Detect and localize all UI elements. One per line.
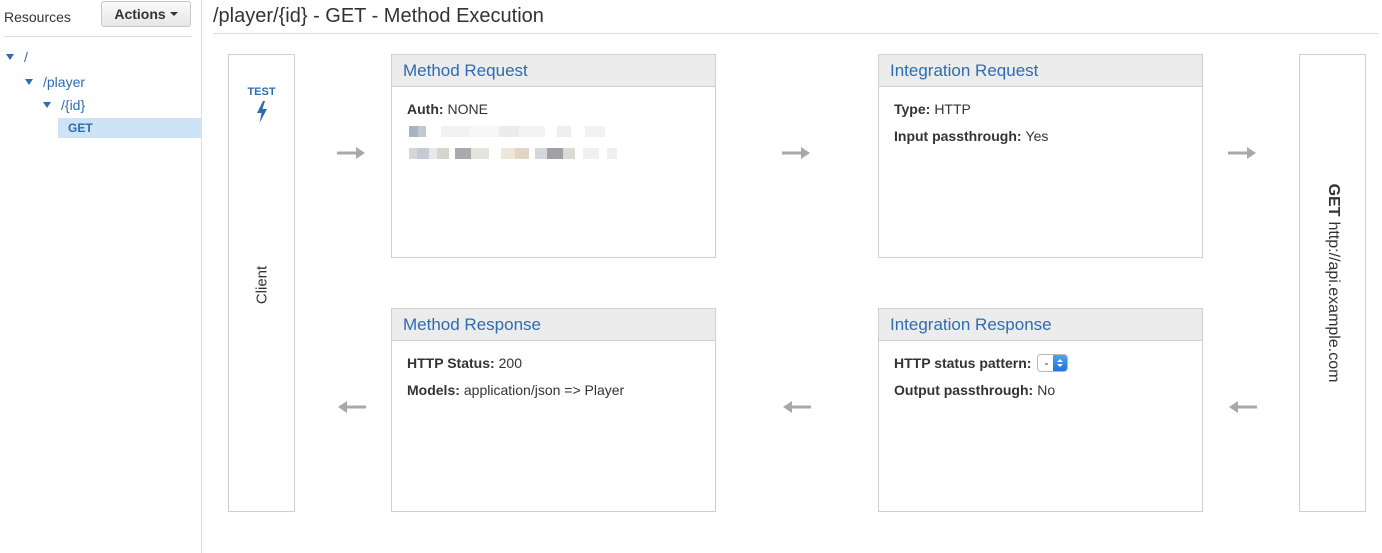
- type-row: Type: HTTP: [894, 99, 1187, 119]
- caret-down-icon: [169, 12, 178, 16]
- output-passthrough-row: Output passthrough: No: [894, 380, 1187, 400]
- tree-item-player[interactable]: /player: [25, 73, 85, 91]
- tree-item-label: /: [24, 49, 28, 65]
- resources-sidebar: Resources Actions / /player /{id} GET: [0, 0, 202, 553]
- type-key: Type:: [894, 101, 931, 117]
- expand-caret-icon[interactable]: [6, 54, 14, 60]
- tree-item-label: /{id}: [61, 97, 86, 113]
- auth-value: NONE: [447, 101, 488, 117]
- tree-item-id[interactable]: /{id}: [43, 96, 85, 114]
- models-key: Models:: [407, 382, 460, 398]
- status-pattern-row: HTTP status pattern: -: [894, 353, 1187, 373]
- endpoint-url: http://api.example.com: [1324, 221, 1342, 383]
- method-request-link[interactable]: Method Request: [392, 55, 715, 87]
- test-label: TEST: [247, 86, 276, 98]
- arrow-right-icon: [1228, 147, 1256, 159]
- tree-item-root[interactable]: /: [6, 48, 28, 66]
- test-button[interactable]: TEST: [229, 86, 294, 123]
- input-passthrough-row: Input passthrough: Yes: [894, 126, 1187, 146]
- input-passthrough-value: Yes: [1025, 128, 1049, 144]
- http-status-value: 200: [498, 355, 522, 371]
- auth-key: Auth:: [407, 101, 444, 117]
- actions-label: Actions: [114, 6, 166, 22]
- select-spinner-icon: [1053, 355, 1068, 371]
- redacted-text: [409, 148, 700, 159]
- arrow-left-icon: [338, 401, 366, 413]
- method-response-link[interactable]: Method Response: [392, 309, 715, 341]
- page-title: /player/{id} - GET - Method Execution: [213, 5, 544, 27]
- integration-request-panel: Integration Request Type: HTTP Input pas…: [878, 54, 1203, 258]
- models-value: application/json => Player: [463, 382, 625, 398]
- tree-item-get-method[interactable]: GET: [58, 118, 202, 138]
- expand-caret-icon[interactable]: [25, 79, 33, 85]
- arrow-left-icon: [1229, 401, 1257, 413]
- client-label: Client: [253, 265, 270, 305]
- title-divider: [213, 33, 1379, 34]
- http-status-key: HTTP Status:: [407, 355, 495, 371]
- arrow-right-icon: [782, 147, 810, 159]
- integration-request-link[interactable]: Integration Request: [879, 55, 1202, 87]
- method-request-panel: Method Request Auth: NONE: [391, 54, 716, 258]
- input-passthrough-key: Input passthrough:: [894, 128, 1022, 144]
- integration-response-link[interactable]: Integration Response: [879, 309, 1202, 341]
- status-pattern-key: HTTP status pattern:: [894, 355, 1032, 371]
- status-pattern-value: -: [1044, 356, 1049, 370]
- actions-dropdown-button[interactable]: Actions: [101, 1, 191, 27]
- sidebar-divider: [4, 36, 192, 37]
- lightning-bolt-icon: [256, 101, 267, 123]
- tree-item-label: /player: [43, 74, 86, 90]
- method-response-panel: Method Response HTTP Status: 200 Models:…: [391, 308, 716, 512]
- redacted-text: [409, 126, 700, 137]
- status-pattern-select[interactable]: -: [1037, 354, 1069, 372]
- models-row: Models: application/json => Player: [407, 380, 700, 400]
- integration-response-panel: Integration Response HTTP status pattern…: [878, 308, 1203, 512]
- http-status-row: HTTP Status: 200: [407, 353, 700, 373]
- endpoint-method: GET: [1324, 183, 1342, 217]
- arrow-left-icon: [783, 401, 811, 413]
- output-passthrough-value: No: [1037, 382, 1056, 398]
- output-passthrough-key: Output passthrough:: [894, 382, 1034, 398]
- endpoint-label: GET http://api.example.com: [1324, 184, 1342, 383]
- arrow-right-icon: [337, 147, 365, 159]
- endpoint-column: GET http://api.example.com: [1299, 54, 1366, 512]
- resources-heading: Resources: [4, 9, 71, 25]
- expand-caret-icon[interactable]: [43, 102, 51, 108]
- auth-row: Auth: NONE: [407, 99, 700, 119]
- type-value: HTTP: [934, 101, 971, 117]
- client-column: TEST Client: [228, 54, 295, 512]
